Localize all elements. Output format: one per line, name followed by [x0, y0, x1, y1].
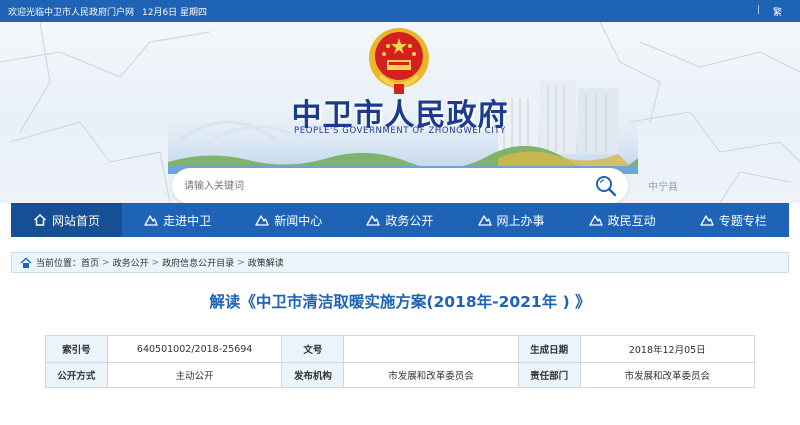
breadcrumb-separator: > [237, 257, 245, 268]
nav-item-6[interactable]: 专题专栏 [678, 203, 789, 237]
nav-item-3[interactable]: 政务公开 [344, 203, 455, 237]
table-row: 公开方式 主动公开 发布机构 市发展和改革委员会 责任部门 市发展和改革委员会 [45, 362, 756, 388]
article-title: 解读《中卫市清洁取暖实施方案(2018年-2021年 ) 》 [209, 293, 591, 311]
breadcrumb-prefix: 当前位置： [36, 259, 82, 269]
breadcrumb-link-0[interactable]: 首页 [81, 256, 99, 269]
breadcrumb-separator: > [102, 257, 110, 268]
nav-item-5[interactable]: 政民互动 [567, 203, 678, 237]
main-nav: 网站首页 走进中卫 新闻中心 政务公开 网上办事 政民互动 专题专栏 [11, 203, 789, 237]
nav-item-label: 网上办事 [496, 213, 545, 228]
top-bar: 欢迎光临中卫市人民政府门户网 12月6日 星期四 | 繁 [0, 0, 800, 22]
responsible-dept-value: 市发展和改革委员会 [579, 362, 756, 388]
document-number-value [343, 335, 519, 363]
nav-item-label: 新闻中心 [274, 213, 323, 228]
breadcrumb-separator: > [151, 257, 160, 268]
nav-item-2[interactable]: 新闻中心 [233, 203, 344, 237]
nav-item-1[interactable]: 走进中卫 [122, 203, 233, 237]
mountain-icon [366, 215, 381, 226]
map-place-label: 中宁县 [648, 182, 678, 193]
breadcrumb-link-1[interactable]: 政务公开 [113, 256, 149, 269]
mountain-icon [144, 215, 158, 226]
welcome-text: 欢迎光临中卫市人民政府门户网 [8, 8, 135, 18]
site-title-english: PEOPLE'S GOVERNMENT OF ZHONGWEI CITY [294, 126, 506, 136]
search-icon[interactable] [594, 174, 618, 198]
publisher-label: 发布机构 [281, 362, 345, 388]
index-number-label: 索引号 [45, 335, 108, 363]
search-input[interactable] [184, 176, 584, 196]
document-number-label: 文号 [281, 335, 345, 363]
nav-item-4[interactable]: 网上办事 [456, 203, 567, 237]
index-number-value: 640501002/2018-25694 [106, 335, 283, 363]
responsible-dept-label: 责任部门 [517, 362, 581, 388]
disclosure-method-label: 公开方式 [45, 362, 108, 388]
national-emblem-icon [369, 28, 429, 94]
traditional-chinese-link[interactable]: 繁 [773, 5, 782, 18]
publisher-value: 市发展和改革委员会 [343, 362, 519, 388]
mountain-icon [255, 215, 269, 226]
mountain-icon [700, 215, 714, 226]
nav-item-label: 专题专栏 [718, 213, 767, 228]
lang-separator: | [756, 5, 760, 15]
nav-item-label: 走进中卫 [163, 213, 212, 228]
nav-item-label: 政务公开 [385, 213, 434, 228]
breadcrumb-link-3[interactable]: 政策解读 [248, 256, 284, 269]
nav-item-label: 网站首页 [52, 213, 101, 228]
search-bar [172, 168, 628, 203]
home-icon [20, 257, 32, 268]
disclosure-method-value: 主动公开 [106, 362, 283, 388]
mountain-icon [589, 215, 603, 226]
nav-item-label: 政民互动 [607, 213, 656, 228]
home-icon [34, 213, 47, 226]
generation-date-value: 2018年12月05日 [579, 335, 756, 363]
document-info-table: 索引号 640501002/2018-25694 文号 生成日期 2018年12… [45, 335, 756, 388]
date-text: 12月6日 星期四 [142, 8, 208, 18]
breadcrumb: 当前位置： 首页 > 政务公开 > 政府信息公开目录 > 政策解读 [11, 252, 789, 273]
mountain-icon [477, 215, 492, 226]
generation-date-label: 生成日期 [517, 335, 581, 363]
nav-item-0[interactable]: 网站首页 [11, 203, 123, 237]
header-banner: 中卫市人民政府 PEOPLE'S GOVERNMENT OF ZHONGWEI … [0, 22, 800, 203]
table-row: 索引号 640501002/2018-25694 文号 生成日期 2018年12… [45, 335, 756, 363]
breadcrumb-link-2[interactable]: 政府信息公开目录 [162, 256, 234, 269]
